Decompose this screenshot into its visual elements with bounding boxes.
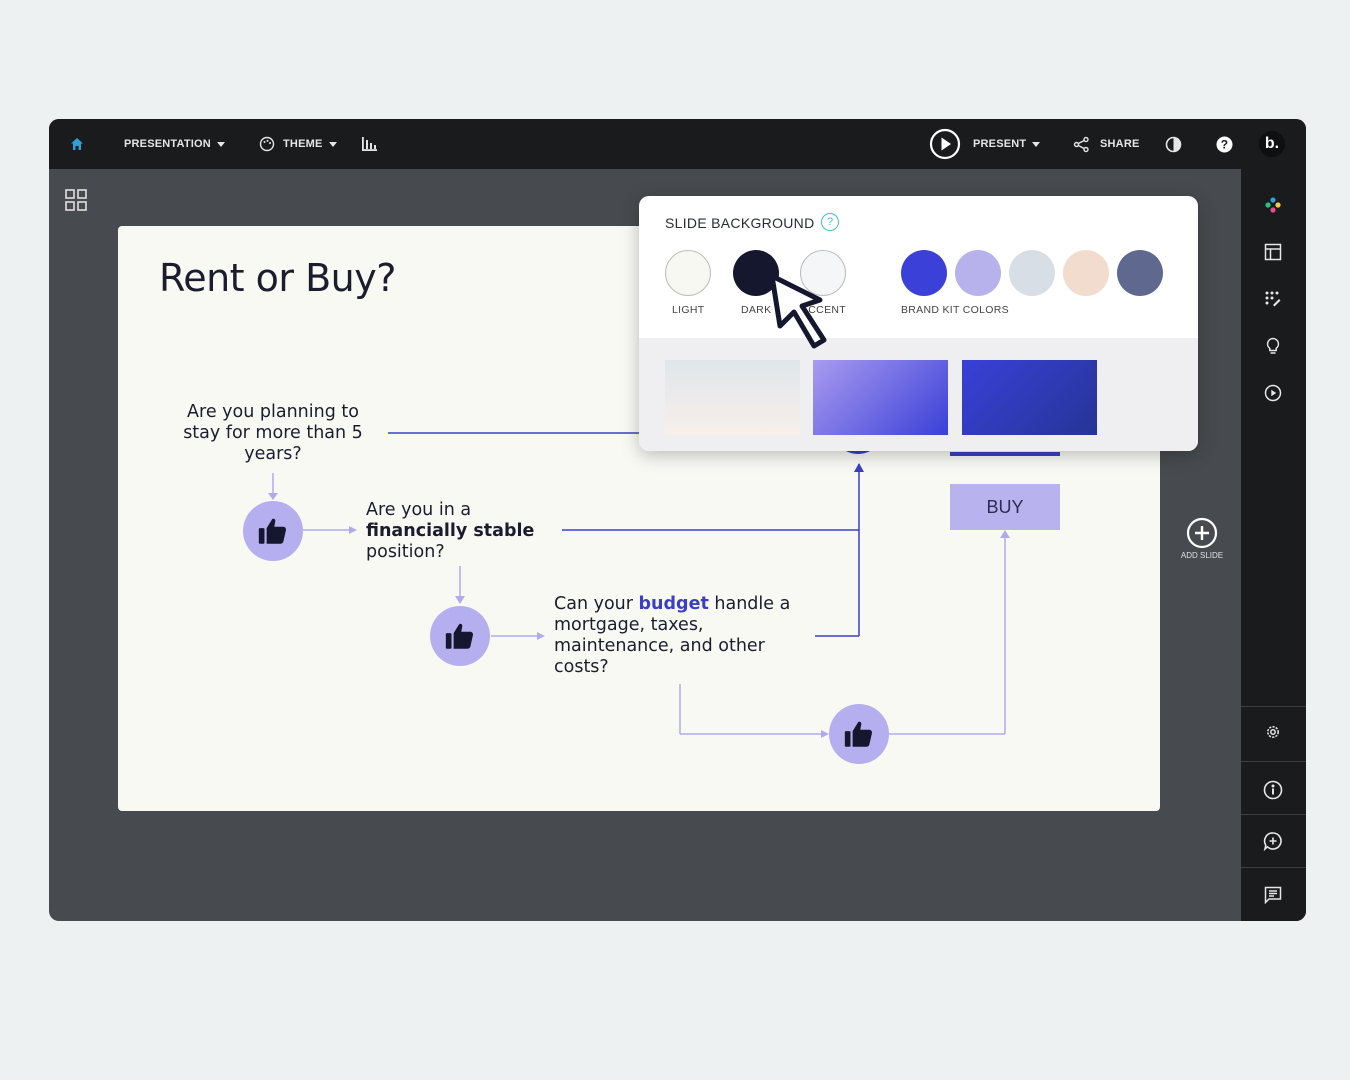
theme-menu[interactable]: THEME: [259, 119, 337, 169]
share-button[interactable]: SHARE: [1073, 119, 1140, 169]
add-slide-label: ADD SLIDE: [1180, 551, 1224, 560]
thumbs-up-node-1: [243, 501, 303, 561]
smart-assistant-button[interactable]: [1261, 193, 1285, 217]
add-comment-button[interactable]: [1261, 829, 1285, 853]
presentation-menu-label: PRESENTATION: [124, 138, 211, 150]
chevron-down-icon: [1032, 141, 1041, 147]
brand-swatch-3[interactable]: [1009, 250, 1055, 296]
rent-box-edge: [950, 452, 1060, 456]
layout-button[interactable]: [1261, 240, 1285, 264]
top-toolbar: PRESENTATION THEME PRESENT SHARE ? b.: [49, 119, 1306, 169]
swatch-light[interactable]: [665, 250, 711, 296]
theme-menu-label: THEME: [283, 138, 323, 150]
help-icon: ?: [1216, 136, 1233, 152]
bar-chart-icon: [362, 137, 377, 151]
home-button[interactable]: [49, 119, 104, 169]
popover-title: SLIDE BACKGROUND: [665, 215, 815, 231]
right-sidebar: [1241, 169, 1306, 921]
share-button-label: SHARE: [1100, 138, 1140, 150]
gradient-option-2[interactable]: [813, 360, 948, 435]
presentation-menu[interactable]: PRESENTATION: [124, 119, 225, 169]
analytics-button[interactable]: [361, 119, 378, 169]
thumbs-up-node-3: [829, 704, 889, 764]
gear-icon: [1267, 726, 1279, 738]
sidebar-divider: [1241, 761, 1306, 762]
contrast-icon: [1165, 136, 1182, 152]
palette-icon: [259, 136, 275, 152]
grid-view-button[interactable]: [65, 189, 87, 216]
question-1: Are you planning to stay for more than 5…: [183, 402, 363, 464]
chevron-down-icon: [216, 141, 225, 147]
swatch-light-label: LIGHT: [672, 304, 705, 316]
sidebar-divider: [1241, 706, 1306, 707]
plus-circle-icon: [1186, 517, 1218, 549]
comment-plus-icon: [1263, 832, 1282, 851]
brand-swatch-2[interactable]: [955, 250, 1001, 296]
thumbs-up-icon: [844, 721, 873, 747]
question-2: Are you in a financially stable position…: [366, 500, 586, 563]
present-menu-label: PRESENT: [973, 138, 1027, 150]
thumbs-up-node-2: [430, 606, 490, 666]
contrast-toggle[interactable]: [1165, 119, 1182, 169]
play-circle-icon: [1264, 384, 1282, 402]
brand-swatch-5[interactable]: [1117, 250, 1163, 296]
thumbs-up-icon: [445, 623, 474, 649]
help-icon[interactable]: ?: [821, 213, 839, 231]
question-3-accent: budget: [638, 594, 709, 614]
gradient-options: [639, 338, 1198, 451]
speaker-notes-icon: [1264, 886, 1282, 904]
dots-pencil-icon: [1265, 291, 1281, 307]
help-button[interactable]: ?: [1216, 119, 1233, 169]
ideas-button[interactable]: [1261, 334, 1285, 358]
share-icon: [1073, 136, 1089, 152]
question-2-pre: Are you in a: [366, 500, 472, 520]
brand-swatch-4[interactable]: [1063, 250, 1109, 296]
svg-text:?: ?: [1221, 137, 1229, 151]
brand-swatch-1[interactable]: [901, 250, 947, 296]
slide-title: Rent or Buy?: [159, 256, 396, 300]
slide-background-popover: SLIDE BACKGROUND ? LIGHT DARK ACCENT BRA…: [639, 196, 1198, 451]
layout-icon: [1264, 243, 1282, 261]
grid-icon: [65, 189, 87, 211]
settings-button[interactable]: [1261, 720, 1285, 744]
gradient-option-1[interactable]: [665, 360, 800, 435]
sparkle-dots-icon: [1265, 197, 1281, 213]
accessibility-icon: [1263, 780, 1283, 800]
animation-button[interactable]: [1261, 381, 1285, 405]
add-slide-button[interactable]: ADD SLIDE: [1179, 517, 1225, 560]
accessibility-button[interactable]: [1261, 778, 1285, 802]
chevron-down-icon: [328, 141, 337, 147]
present-menu[interactable]: PRESENT: [929, 119, 1041, 169]
home-icon: [70, 138, 83, 150]
brand-kit-label: BRAND KIT COLORS: [901, 304, 1009, 316]
question-3: Can your budget handle a mortgage, taxes…: [554, 594, 814, 678]
question-2-bold: financially stable: [366, 521, 535, 541]
gradient-option-3[interactable]: [962, 360, 1097, 435]
buy-box: BUY: [950, 484, 1060, 530]
question-2-post: position?: [366, 542, 445, 562]
notes-button[interactable]: [1261, 883, 1285, 907]
mouse-cursor-icon: [769, 273, 827, 349]
play-circle-icon: [929, 128, 961, 160]
sidebar-divider: [1241, 814, 1306, 815]
smart-blocks-button[interactable]: [1261, 287, 1285, 311]
thumbs-up-icon: [258, 518, 287, 544]
sidebar-divider: [1241, 867, 1306, 868]
question-3-pre: Can your: [554, 594, 633, 614]
lightbulb-icon: [1266, 337, 1280, 354]
avatar[interactable]: b.: [1259, 131, 1285, 157]
